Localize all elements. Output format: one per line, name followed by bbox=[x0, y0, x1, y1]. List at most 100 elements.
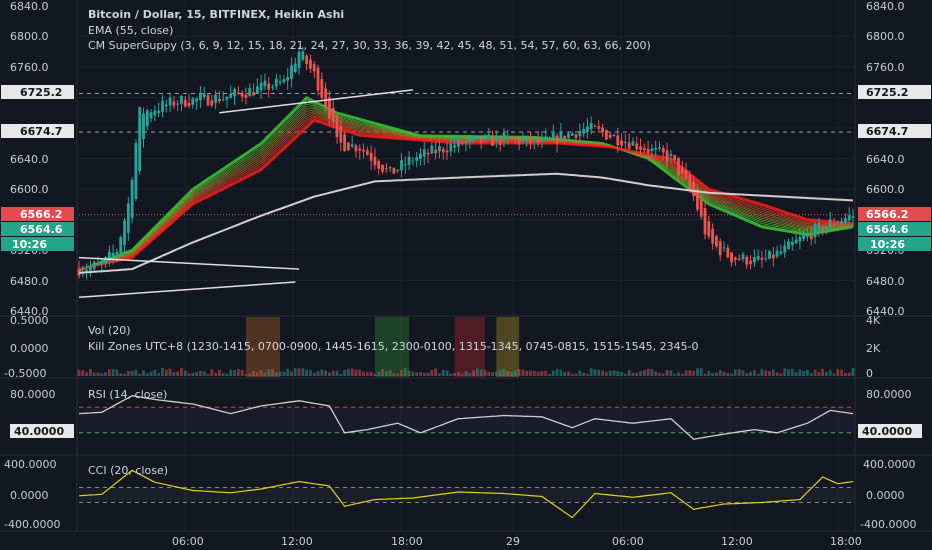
volume-bar bbox=[536, 371, 540, 376]
volume-bar bbox=[100, 373, 104, 376]
volume-bar bbox=[851, 368, 855, 376]
candle-body bbox=[737, 258, 741, 260]
current-price-label: 6566.2 bbox=[866, 208, 908, 221]
volume-bar bbox=[354, 369, 358, 376]
volume-bar bbox=[612, 370, 616, 376]
candle-body bbox=[847, 215, 851, 221]
chart-title[interactable]: Bitcoin / Dollar, 15, BITFINEX, Heikin A… bbox=[88, 8, 344, 21]
vol-legend[interactable]: Vol (20) bbox=[88, 324, 131, 337]
candle-body bbox=[164, 104, 168, 107]
candle-body bbox=[346, 142, 350, 151]
candle-body bbox=[434, 149, 438, 154]
volume-bar bbox=[635, 372, 639, 376]
candle-body bbox=[699, 199, 703, 217]
volume-bar bbox=[741, 370, 745, 376]
price-tick: 6600.0 bbox=[10, 183, 49, 196]
volume-bar bbox=[650, 368, 654, 376]
candle-body bbox=[631, 141, 635, 146]
volume-bar bbox=[677, 372, 680, 376]
candle-body bbox=[832, 223, 836, 225]
volume-bar bbox=[521, 369, 525, 376]
volume-bar bbox=[604, 371, 608, 376]
candle-body bbox=[574, 134, 578, 139]
volume-bar bbox=[286, 368, 290, 376]
volume-bar bbox=[828, 369, 832, 376]
candle-body bbox=[806, 232, 809, 238]
volume-bar bbox=[696, 368, 699, 376]
volume-bar bbox=[475, 368, 479, 376]
candle-body bbox=[183, 99, 187, 107]
volume-bar bbox=[331, 370, 335, 376]
candle-body bbox=[157, 110, 161, 113]
candle-body bbox=[392, 167, 396, 174]
rsi-legend[interactable]: RSI (14, close) bbox=[88, 388, 167, 401]
superguppy-legend[interactable]: CM SuperGuppy (3, 6, 9, 12, 15, 18, 21, … bbox=[88, 39, 651, 52]
candle-body bbox=[787, 241, 790, 250]
candle-body bbox=[400, 160, 403, 171]
volume-bar bbox=[96, 372, 100, 376]
volume-bar bbox=[324, 370, 328, 376]
volume-bar bbox=[840, 369, 844, 376]
volume-bar bbox=[567, 371, 570, 376]
candle-body bbox=[168, 97, 172, 106]
volume-bar bbox=[821, 368, 825, 376]
volume-bar bbox=[582, 372, 586, 376]
volume-bar bbox=[764, 370, 768, 376]
candle-body bbox=[282, 79, 286, 83]
candle-body bbox=[373, 156, 377, 166]
volume-bar bbox=[214, 372, 217, 376]
volume-bar bbox=[574, 373, 578, 376]
candle-body bbox=[669, 154, 673, 156]
price-tick: 6480.0 bbox=[866, 275, 905, 288]
volume-bar bbox=[180, 368, 183, 376]
volume-bar bbox=[145, 373, 149, 376]
volume-bar bbox=[661, 373, 665, 376]
volume-bar bbox=[737, 368, 741, 376]
volume-bar bbox=[639, 371, 642, 376]
candle-body bbox=[544, 136, 548, 140]
candle-body bbox=[555, 135, 559, 144]
candle-body bbox=[324, 88, 328, 107]
volume-bar bbox=[126, 371, 130, 376]
price-tick: 6640.0 bbox=[10, 153, 49, 166]
candle-body bbox=[464, 141, 468, 144]
rsi-value-label: 40.0000 bbox=[862, 425, 912, 438]
candle-body bbox=[138, 107, 142, 172]
candle-body bbox=[460, 142, 464, 144]
candle-body bbox=[362, 149, 365, 152]
volume-bar bbox=[756, 373, 760, 376]
cci-legend[interactable]: CCI (20, close) bbox=[88, 464, 168, 477]
price-level-label: 6725.2 bbox=[866, 86, 908, 99]
cci-tick: 0.0000 bbox=[866, 489, 905, 502]
candle-body bbox=[510, 136, 513, 139]
candle-body bbox=[381, 164, 384, 172]
volume-bar bbox=[548, 373, 551, 376]
ema-legend[interactable]: EMA (55, close) bbox=[88, 24, 173, 37]
candle-body bbox=[665, 150, 669, 162]
volume-bar bbox=[164, 369, 168, 376]
volume-bar bbox=[586, 373, 589, 376]
rsi-tick: 80.0000 bbox=[866, 388, 912, 401]
candle-body bbox=[745, 256, 749, 265]
candle-body bbox=[123, 220, 126, 246]
candle-body bbox=[688, 174, 692, 190]
vol-left-tick: 0.0000 bbox=[10, 342, 49, 355]
killzones-legend[interactable]: Kill Zones UTC+8 (1230-1415, 0700-0900, … bbox=[88, 340, 699, 353]
volume-bar bbox=[350, 368, 354, 376]
volume-bar bbox=[646, 368, 650, 376]
candle-body bbox=[760, 257, 764, 260]
candle-body bbox=[707, 221, 711, 237]
volume-bar bbox=[642, 370, 646, 376]
candle-body bbox=[259, 82, 263, 90]
candle-body bbox=[783, 245, 787, 253]
volume-bar bbox=[703, 373, 707, 376]
volume-bar bbox=[407, 370, 411, 376]
candle-body bbox=[278, 81, 282, 83]
candle-body bbox=[844, 218, 847, 223]
volume-bar bbox=[771, 369, 775, 376]
vol-left-tick: -0.5000 bbox=[4, 367, 46, 380]
candle-body bbox=[513, 137, 517, 140]
volume-bar bbox=[81, 370, 85, 376]
time-tick: 12:00 bbox=[721, 535, 753, 548]
volume-bar bbox=[658, 372, 661, 376]
